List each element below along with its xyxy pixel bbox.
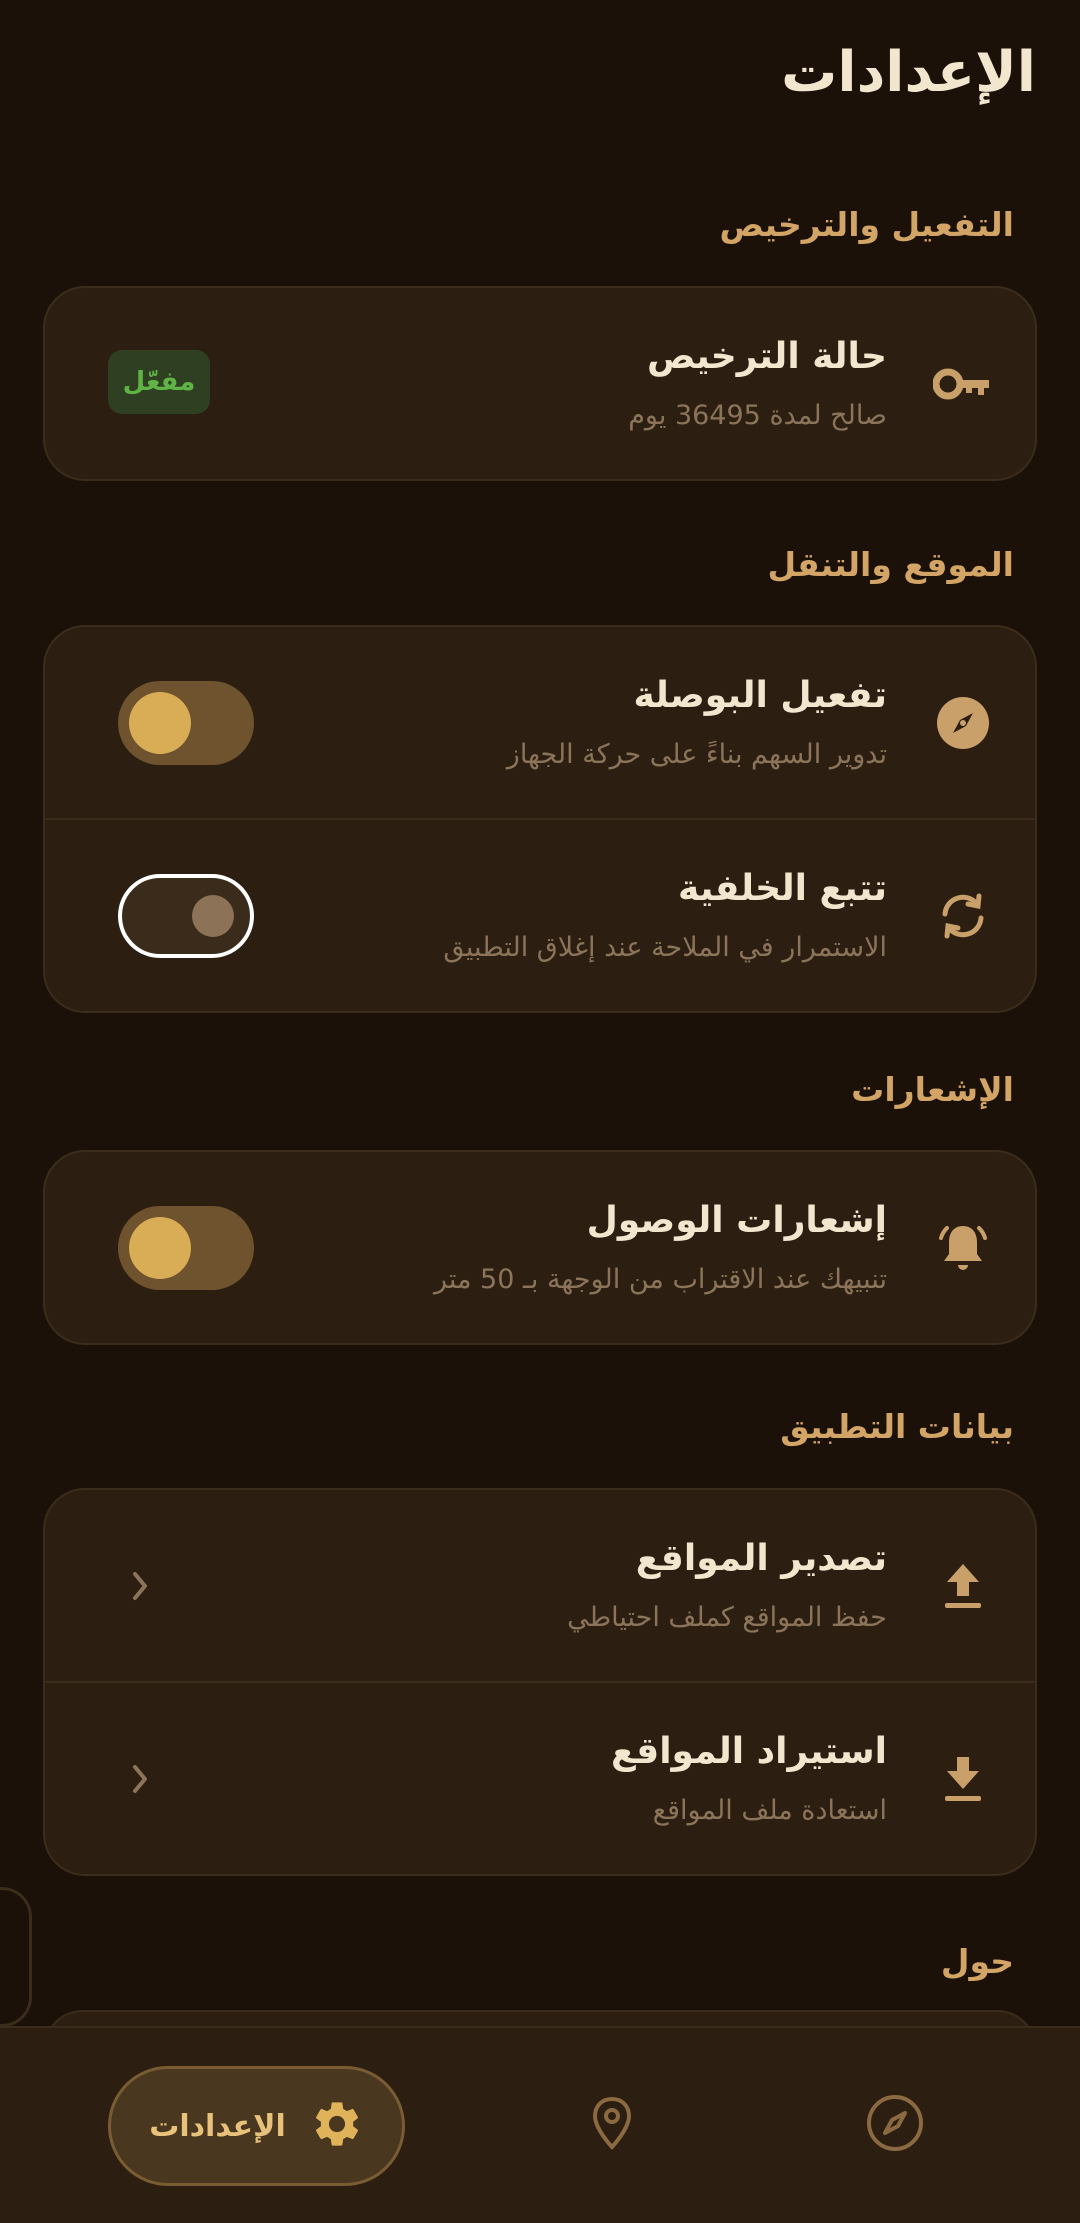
- background-tracking-subtitle: الاستمرار في الملاحة عند إغلاق التطبيق: [443, 932, 887, 963]
- section-title-activation: التفعيل والترخيص: [719, 205, 1014, 244]
- section-title-notifications: الإشعارات: [851, 1070, 1014, 1109]
- gear-icon: [310, 2097, 364, 2155]
- nav-settings-button[interactable]: الإعدادات: [108, 2066, 405, 2186]
- import-locations-row[interactable]: استيراد المواقع استعادة ملف المواقع: [45, 1681, 1035, 1874]
- page-title: الإعدادات: [781, 40, 1036, 105]
- import-locations-title: استيراد المواقع: [611, 1731, 887, 1772]
- compass-icon: [933, 693, 993, 753]
- compass-icon: [865, 2093, 925, 2157]
- license-active-badge: مفعّل: [108, 350, 210, 414]
- toggle-knob: [192, 894, 234, 937]
- background-tracking-title: تتبع الخلفية: [678, 868, 887, 909]
- compass-setting-row[interactable]: تفعيل البوصلة تدوير السهم بناءً على حركة…: [45, 627, 1035, 818]
- settings-screen: الإعدادات التفعيل والترخيص حالة الترخيص …: [0, 0, 1080, 2223]
- toggle-knob: [129, 1216, 191, 1279]
- edge-swipe-handle[interactable]: [0, 1887, 32, 2027]
- nav-compass-button[interactable]: [850, 2080, 940, 2170]
- card-app-data: تصدير المواقع حفظ المواقع كملف احتياطي ا…: [43, 1488, 1037, 1876]
- license-status-row[interactable]: حالة الترخيص صالح لمدة 36495 يوم مفعّل: [45, 288, 1035, 479]
- bottom-navigation: الإعدادات: [0, 2026, 1080, 2223]
- arrival-notifications-toggle[interactable]: [118, 1205, 254, 1290]
- compass-setting-subtitle: تدوير السهم بناءً على حركة الجهاز: [506, 739, 887, 770]
- nav-locations-button[interactable]: [567, 2080, 657, 2170]
- section-title-about: حول: [940, 1942, 1014, 1981]
- background-tracking-toggle[interactable]: [118, 873, 254, 958]
- nav-settings-label: الإعدادات: [149, 2108, 286, 2144]
- sync-icon: [933, 886, 993, 946]
- arrival-notifications-title: إشعارات الوصول: [586, 1200, 887, 1241]
- license-status-title: حالة الترخيص: [646, 336, 887, 377]
- section-title-location: الموقع والتنقل: [767, 545, 1014, 584]
- import-locations-subtitle: استعادة ملف المواقع: [652, 1795, 887, 1826]
- section-title-app-data: بيانات التطبيق: [780, 1407, 1014, 1446]
- chevron-left-icon: [125, 1759, 155, 1799]
- download-icon: [933, 1749, 993, 1809]
- card-location: تفعيل البوصلة تدوير السهم بناءً على حركة…: [43, 625, 1037, 1013]
- compass-toggle[interactable]: [118, 680, 254, 765]
- arrival-notifications-subtitle: تنبيهك عند الاقتراب من الوجهة بـ 50 متر: [433, 1264, 887, 1295]
- upload-icon: [933, 1556, 993, 1616]
- key-icon: [933, 354, 993, 414]
- card-license: حالة الترخيص صالح لمدة 36495 يوم مفعّل: [43, 286, 1037, 481]
- export-locations-subtitle: حفظ المواقع كملف احتياطي: [567, 1602, 887, 1633]
- background-tracking-row[interactable]: تتبع الخلفية الاستمرار في الملاحة عند إغ…: [45, 818, 1035, 1011]
- compass-setting-title: تفعيل البوصلة: [633, 675, 887, 716]
- export-locations-title: تصدير المواقع: [635, 1538, 887, 1579]
- toggle-knob: [129, 691, 191, 754]
- card-notifications: إشعارات الوصول تنبيهك عند الاقتراب من ال…: [43, 1150, 1037, 1345]
- license-status-subtitle: صالح لمدة 36495 يوم: [628, 400, 887, 431]
- map-pin-icon: [590, 2095, 634, 2155]
- bell-icon: [933, 1218, 993, 1278]
- export-locations-row[interactable]: تصدير المواقع حفظ المواقع كملف احتياطي: [45, 1490, 1035, 1681]
- chevron-left-icon: [125, 1566, 155, 1606]
- arrival-notifications-row[interactable]: إشعارات الوصول تنبيهك عند الاقتراب من ال…: [45, 1152, 1035, 1343]
